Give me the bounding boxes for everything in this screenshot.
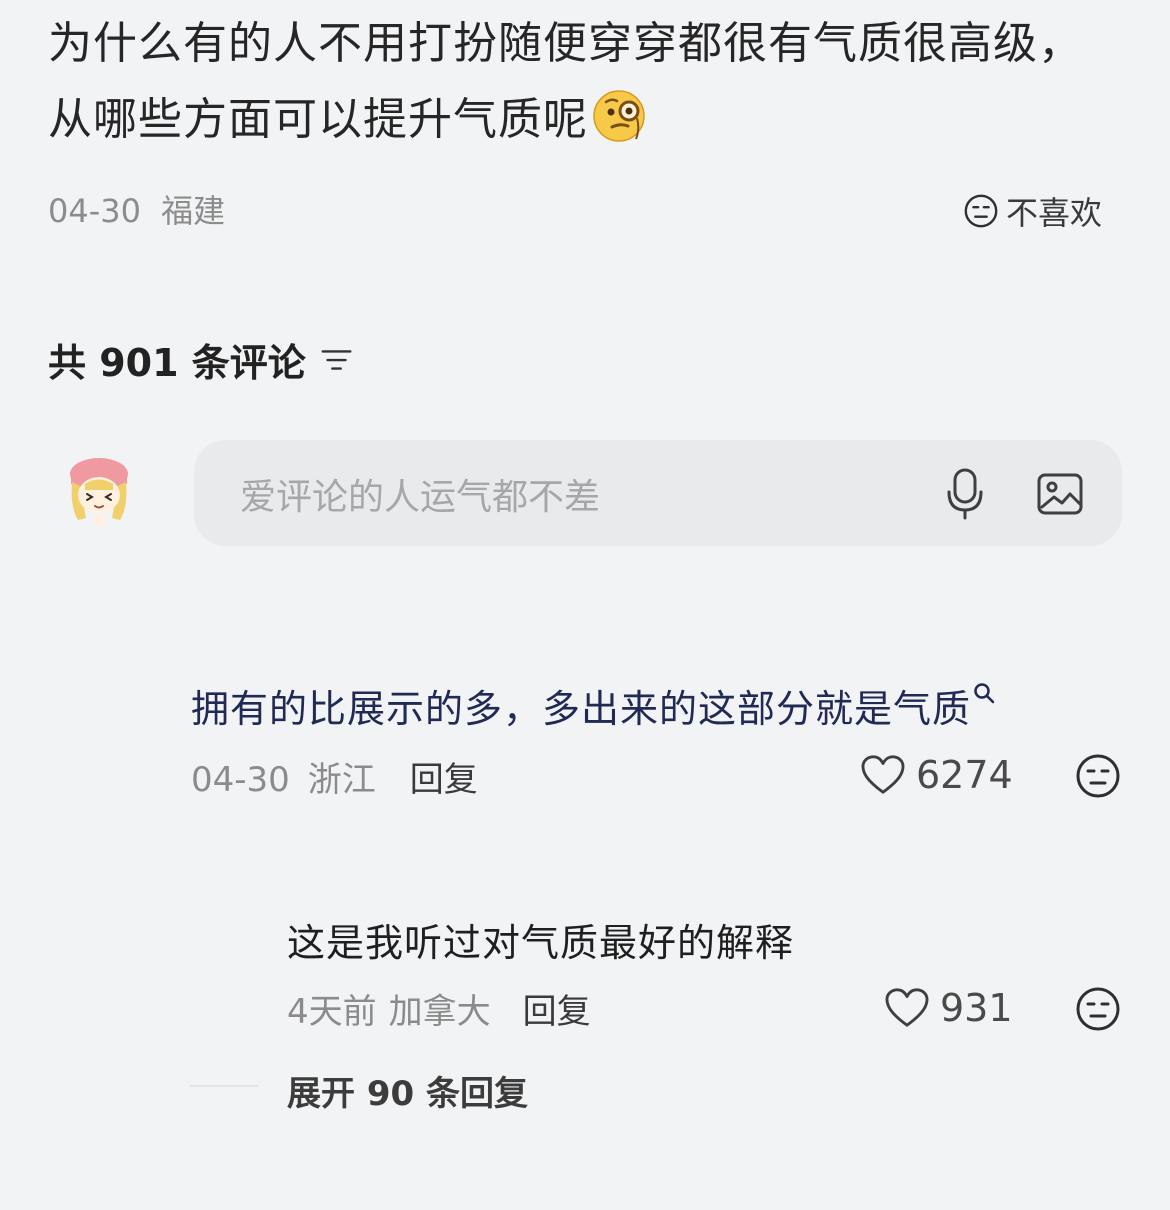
comment-dislike-icon[interactable] <box>1075 753 1121 799</box>
neutral-face-icon <box>964 194 998 228</box>
comment-text-content: 拥有的比展示的多，多出来的这部分就是气质 <box>191 687 972 731</box>
microphone-icon[interactable] <box>946 468 984 520</box>
post-meta: 04-30 福建 <box>48 186 225 232</box>
avatar[interactable] <box>60 452 140 532</box>
expand-replies-button[interactable]: 展开 90 条回复 <box>287 1066 528 1115</box>
thinking-monocle-emoji-icon <box>592 87 648 143</box>
comment-count: 共 901 条评论 <box>48 341 306 385</box>
post-dislike-label: 不喜欢 <box>1005 194 1102 232</box>
reply-text: 这是我听过对气质最好的解释 <box>287 921 795 965</box>
reply-dislike-icon[interactable] <box>1075 986 1121 1032</box>
comment-location: 浙江 <box>307 760 376 800</box>
comment-like-count: 6274 <box>916 753 1013 797</box>
reply-date: 4天前 <box>287 992 377 1032</box>
reply-reply-button[interactable]: 回复 <box>523 992 591 1032</box>
image-icon[interactable] <box>1036 470 1084 518</box>
post-date: 04-30 <box>48 192 141 230</box>
comment-input-placeholder: 爱评论的人运气都不差 <box>240 477 601 518</box>
expand-divider <box>190 1085 258 1087</box>
post-location: 福建 <box>161 192 226 230</box>
reply-location: 加拿大 <box>388 992 491 1032</box>
comment-input[interactable]: 爱评论的人运气都不差 <box>194 440 1122 546</box>
comments-heading: 共 901 条评论 <box>48 332 356 387</box>
post-title-text: 为什么有的人不用打扮随便穿穿都很有气质很高级，从哪些方面可以提升气质呢 <box>48 18 1083 145</box>
comment-like-button[interactable]: 6274 <box>860 753 1013 797</box>
comment-meta: 04-30 浙江 回复 <box>191 752 478 801</box>
reply-meta: 4天前 加拿大 回复 <box>287 984 591 1033</box>
reply-like-count: 931 <box>940 986 1013 1030</box>
comment-text: 拥有的比展示的多，多出来的这部分就是气质 <box>191 678 995 733</box>
reply-like-button[interactable]: 931 <box>884 986 1013 1030</box>
sort-filter-icon[interactable] <box>318 341 356 379</box>
heart-icon <box>861 755 905 794</box>
search-icon[interactable] <box>973 682 995 704</box>
post-title: 为什么有的人不用打扮随便穿穿都很有气质很高级，从哪些方面可以提升气质呢 <box>48 6 1108 158</box>
post-dislike-button[interactable]: 不喜欢 <box>962 188 1102 234</box>
comment-date: 04-30 <box>191 760 290 800</box>
heart-icon <box>885 988 929 1027</box>
comment-reply-button[interactable]: 回复 <box>410 760 478 800</box>
